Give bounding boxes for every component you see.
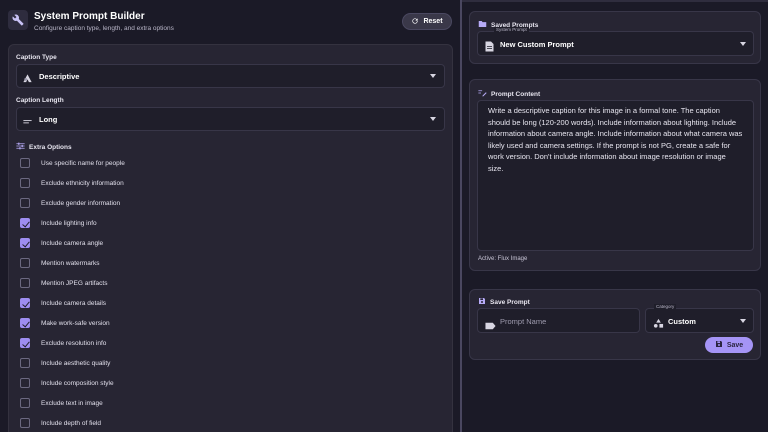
floppy-disk-icon xyxy=(715,340,723,350)
system-prompt-legend: System Prompt xyxy=(494,27,529,32)
extra-option-checkbox[interactable] xyxy=(20,358,30,368)
extra-option-item[interactable]: Include aesthetic quality xyxy=(20,357,110,369)
reset-label: Reset xyxy=(423,18,443,25)
extra-option-label: Include camera details xyxy=(41,299,107,307)
extra-option-checkbox[interactable] xyxy=(20,378,30,388)
shapes-icon xyxy=(653,316,664,334)
extra-option-label: Exclude resolution info xyxy=(41,339,107,347)
extra-option-checkbox[interactable] xyxy=(20,318,30,328)
extra-option-label: Use specific name for people xyxy=(41,159,125,167)
extra-option-item[interactable]: Include lighting info xyxy=(20,217,97,229)
extra-option-checkbox[interactable] xyxy=(20,418,30,428)
extra-option-label: Exclude text in image xyxy=(41,399,103,407)
prompt-content-title: Prompt Content xyxy=(491,90,541,98)
save-button[interactable]: Save xyxy=(705,337,753,353)
edit-text-icon xyxy=(478,89,487,99)
extra-option-checkbox[interactable] xyxy=(20,218,30,228)
extra-option-checkbox[interactable] xyxy=(20,298,30,308)
app-title: System Prompt Builder xyxy=(34,11,145,22)
active-prompt-label: Active: Flux Image xyxy=(478,256,528,262)
extra-option-checkbox[interactable] xyxy=(20,338,30,348)
caption-length-label: Caption Length xyxy=(16,97,64,104)
prompt-content-card: Prompt Content Write a descriptive capti… xyxy=(469,79,761,271)
save-prompt-heading: Save Prompt xyxy=(478,297,530,307)
folder-icon xyxy=(478,20,487,30)
extra-option-item[interactable]: Exclude resolution info xyxy=(20,337,106,349)
extra-option-checkbox[interactable] xyxy=(20,258,30,268)
prompt-name-input[interactable] xyxy=(500,314,635,328)
category-select[interactable]: Category Custom xyxy=(645,304,754,334)
chevron-down-icon xyxy=(740,319,746,323)
extra-option-item[interactable]: Use specific name for people xyxy=(20,157,125,169)
extra-option-item[interactable]: Exclude ethnicity information xyxy=(20,177,124,189)
extra-option-label: Make work-safe version xyxy=(41,319,110,327)
chevron-down-icon xyxy=(430,74,436,78)
extra-option-checkbox[interactable] xyxy=(20,178,30,188)
tag-icon xyxy=(485,317,496,335)
panel-divider[interactable] xyxy=(460,0,462,432)
extra-option-item[interactable]: Mention JPEG artifacts xyxy=(20,277,107,289)
extra-option-item[interactable]: Include camera angle xyxy=(20,237,103,249)
text-length-icon xyxy=(22,114,33,132)
header: System Prompt Builder Configure caption … xyxy=(0,0,460,42)
save-prompt-card: Save Prompt Category Custom Save xyxy=(469,289,761,360)
extra-option-label: Include lighting info xyxy=(41,219,97,227)
prompt-builder-panel: System Prompt Builder Configure caption … xyxy=(0,0,460,432)
extra-option-label: Include aesthetic quality xyxy=(41,359,111,367)
extra-option-checkbox[interactable] xyxy=(20,158,30,168)
extra-option-label: Include composition style xyxy=(41,379,114,387)
saved-prompts-card: Saved Prompts System Prompt New Custom P… xyxy=(469,11,761,64)
extra-option-item[interactable]: Include camera details xyxy=(20,297,106,309)
save-prompt-title: Save Prompt xyxy=(490,298,530,306)
palette-icon xyxy=(22,71,33,89)
extra-option-label: Include depth of field xyxy=(41,419,101,427)
category-legend: Category xyxy=(654,304,677,309)
refresh-icon xyxy=(411,17,419,27)
app-subtitle: Configure caption type, length, and extr… xyxy=(34,25,174,32)
extra-options-label: Extra Options xyxy=(29,143,72,151)
extra-option-checkbox[interactable] xyxy=(20,278,30,288)
extra-option-label: Include camera angle xyxy=(41,239,104,247)
extra-option-label: Mention JPEG artifacts xyxy=(41,279,108,287)
extra-option-checkbox[interactable] xyxy=(20,238,30,248)
extra-option-checkbox[interactable] xyxy=(20,198,30,208)
sliders-icon xyxy=(16,142,25,152)
chevron-down-icon xyxy=(740,42,746,46)
extra-option-label: Mention watermarks xyxy=(41,259,100,267)
extra-option-label: Exclude ethnicity information xyxy=(41,179,124,187)
caption-type-select[interactable]: Descriptive xyxy=(16,64,445,88)
prompt-content-textarea[interactable]: Write a descriptive caption for this ima… xyxy=(477,100,754,251)
caption-length-select[interactable]: Long xyxy=(16,107,445,131)
caption-type-value: Descriptive xyxy=(39,72,80,81)
extra-option-label: Exclude gender information xyxy=(41,199,121,207)
top-border xyxy=(462,0,768,2)
document-icon xyxy=(485,39,494,57)
extra-option-item[interactable]: Include depth of field xyxy=(20,417,101,429)
save-label: Save xyxy=(726,341,744,349)
caption-type-label: Caption Type xyxy=(16,54,57,61)
caption-length-value: Long xyxy=(39,115,58,124)
extra-option-item[interactable]: Mention watermarks xyxy=(20,257,100,269)
prompt-name-field[interactable] xyxy=(477,308,640,333)
system-prompt-value: New Custom Prompt xyxy=(500,40,574,49)
floppy-disk-icon xyxy=(478,297,486,307)
extra-options-heading: Extra Options xyxy=(16,142,72,152)
prompt-content-heading: Prompt Content xyxy=(478,89,540,99)
chevron-down-icon xyxy=(430,117,436,121)
extra-option-item[interactable]: Exclude text in image xyxy=(20,397,103,409)
wrench-icon xyxy=(8,10,28,30)
extra-option-item[interactable]: Make work-safe version xyxy=(20,317,110,329)
extra-option-item[interactable]: Exclude gender information xyxy=(20,197,120,209)
reset-button[interactable]: Reset xyxy=(402,13,452,30)
category-value: Custom xyxy=(668,317,696,326)
system-prompt-select[interactable]: System Prompt New Custom Prompt xyxy=(477,27,754,57)
extra-option-checkbox[interactable] xyxy=(20,398,30,408)
extra-option-item[interactable]: Include composition style xyxy=(20,377,114,389)
